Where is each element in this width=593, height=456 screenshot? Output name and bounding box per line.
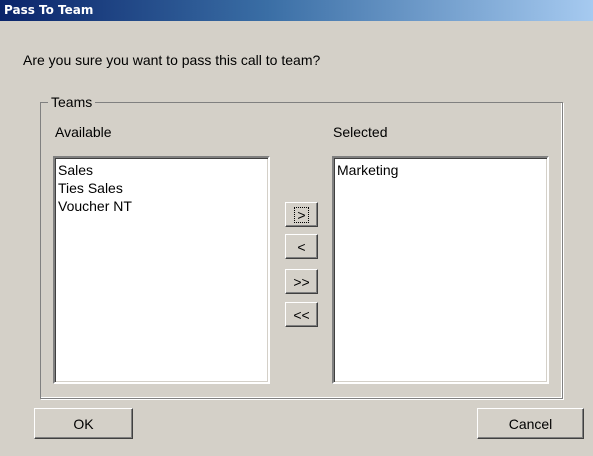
- ok-button[interactable]: OK: [34, 408, 133, 439]
- title-bar[interactable]: Pass To Team: [0, 0, 593, 21]
- add-team-button[interactable]: >: [285, 202, 318, 227]
- window-title: Pass To Team: [4, 3, 94, 17]
- remove-team-button[interactable]: <: [285, 234, 318, 259]
- confirmation-prompt: Are you sure you want to pass this call …: [23, 52, 321, 68]
- list-item[interactable]: Marketing: [337, 161, 544, 179]
- list-item[interactable]: Ties Sales: [58, 179, 265, 197]
- add-team-label: >: [294, 206, 309, 223]
- remove-all-teams-button[interactable]: <<: [285, 302, 318, 327]
- selected-label: Selected: [333, 124, 388, 140]
- ok-button-label: OK: [73, 415, 94, 432]
- cancel-button-label: Cancel: [508, 415, 553, 432]
- available-label: Available: [55, 124, 112, 140]
- add-all-teams-button[interactable]: >>: [285, 269, 318, 294]
- remove-team-label: <: [297, 238, 306, 255]
- cancel-button[interactable]: Cancel: [477, 408, 584, 439]
- list-item[interactable]: Voucher NT: [58, 197, 265, 215]
- pass-to-team-dialog: Pass To Team Are you sure you want to pa…: [0, 0, 593, 456]
- add-all-teams-label: >>: [293, 273, 310, 290]
- teams-group-legend: Teams: [48, 94, 96, 110]
- available-teams-list[interactable]: Sales Ties Sales Voucher NT: [53, 156, 270, 384]
- remove-all-teams-label: <<: [293, 306, 310, 323]
- selected-teams-list[interactable]: Marketing: [332, 156, 549, 384]
- list-item[interactable]: Sales: [58, 161, 265, 179]
